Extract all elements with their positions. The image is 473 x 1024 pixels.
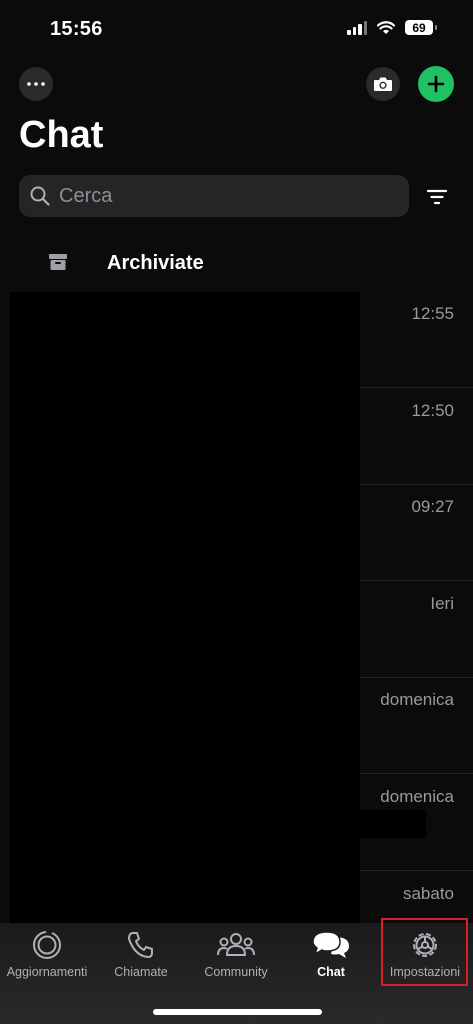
search-icon	[30, 186, 50, 206]
tab-label: Aggiornamenti	[6, 965, 88, 979]
camera-icon	[374, 77, 392, 91]
signal-icon	[347, 20, 367, 35]
tab-calls[interactable]: Chiamate	[94, 929, 188, 989]
chat-time: domenica	[380, 690, 454, 709]
settings-tab-highlight	[381, 918, 468, 986]
redacted-area	[358, 810, 426, 838]
tab-label: Chiamate	[114, 965, 168, 979]
redacted-area	[10, 292, 360, 924]
archived-row[interactable]: Archiviate	[0, 238, 473, 290]
search-input[interactable]	[57, 183, 391, 209]
battery-icon: 69	[405, 20, 437, 35]
archive-box-icon	[49, 254, 67, 270]
more-options-button[interactable]	[19, 67, 53, 101]
ellipsis-icon	[27, 82, 45, 86]
wifi-icon	[377, 20, 395, 34]
chat-time: domenica	[380, 787, 454, 806]
tab-label: Community	[204, 965, 268, 979]
status-icons: 69	[347, 20, 437, 35]
archived-label: Archiviate	[107, 252, 204, 274]
tab-community[interactable]: Community	[189, 929, 283, 989]
page-title: Chat	[19, 114, 104, 156]
chat-time: 12:55	[411, 304, 454, 323]
new-chat-button[interactable]	[418, 66, 454, 102]
community-icon	[217, 933, 255, 956]
filter-icon[interactable]	[424, 186, 450, 208]
tab-updates[interactable]: Aggiornamenti	[0, 929, 94, 989]
chat-time: Ieri	[430, 594, 454, 613]
chat-bubbles-icon	[312, 931, 349, 958]
plus-icon	[427, 75, 445, 93]
phone-icon	[128, 932, 153, 958]
status-time: 15:56	[50, 18, 103, 40]
chat-time: 12:50	[411, 401, 454, 420]
search-bar[interactable]	[19, 175, 409, 217]
tab-label: Chat	[317, 965, 345, 979]
tab-chat[interactable]: Chat	[284, 929, 378, 989]
camera-button[interactable]	[366, 67, 400, 101]
updates-icon	[33, 931, 61, 959]
chat-time: 09:27	[411, 497, 454, 516]
home-indicator	[153, 1009, 322, 1015]
chat-time: sabato	[402, 884, 454, 903]
